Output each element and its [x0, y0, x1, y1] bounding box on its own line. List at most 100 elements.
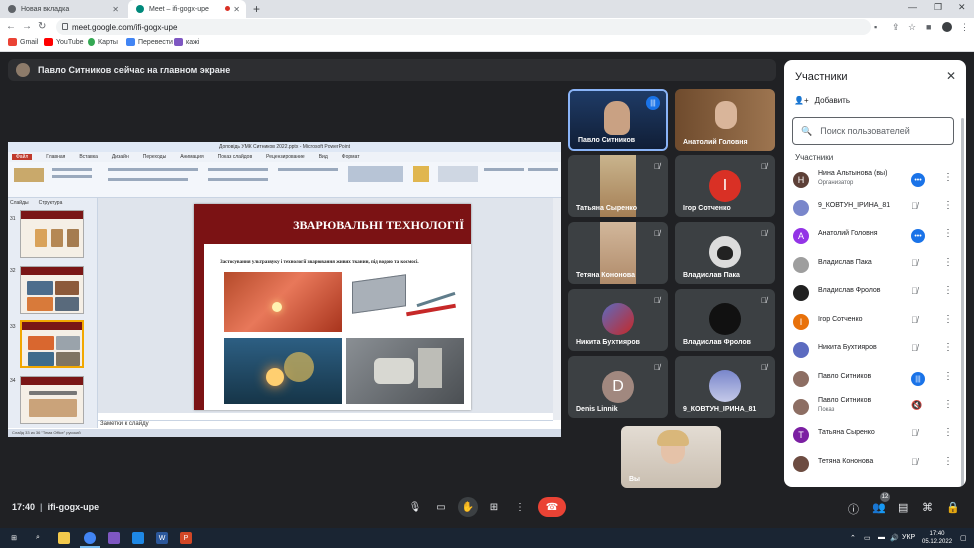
battery-icon[interactable]: ▬	[878, 534, 885, 541]
camera-icon[interactable]: ▪	[874, 22, 877, 32]
participant-row[interactable]: Н Нина Альтынова (вы) Организатор ••• ⋮	[792, 168, 960, 192]
slide-thumbnail[interactable]	[20, 266, 84, 314]
panel-scrollbar[interactable]	[961, 118, 964, 487]
participant-tile[interactable]: І 🎙̸ Ігор Сотченко	[675, 155, 775, 217]
participant-tile[interactable]: 🎙̸ Никита Бухтияров	[568, 289, 668, 351]
participant-tile[interactable]: 🎙̸ Владислав Пака	[675, 222, 775, 284]
leave-call-button[interactable]: ☎	[538, 497, 566, 517]
share-icon[interactable]: ⇪	[892, 22, 900, 33]
raise-hand-button[interactable]: ✋	[458, 497, 478, 517]
word-icon[interactable]: W	[156, 532, 168, 544]
participant-tile[interactable]: 🎙̸ Татьяна Сыренко	[568, 155, 668, 217]
present-button[interactable]: ⊞	[484, 497, 504, 517]
more-vert-icon[interactable]: ⋮	[943, 371, 953, 382]
search-icon[interactable]: ⌕	[32, 532, 44, 544]
more-options-button[interactable]: ⋮	[510, 497, 530, 517]
volume-icon[interactable]: 🔊	[890, 534, 899, 542]
slide-thumbnail[interactable]	[20, 376, 84, 424]
participant-row[interactable]: Владислав Фролов 🎙̸ ⋮	[792, 281, 960, 305]
close-icon[interactable]: ✕	[946, 69, 956, 83]
host-controls-button[interactable]: 🔒	[946, 501, 960, 514]
notifications-icon[interactable]: ▢	[960, 534, 967, 542]
minimize-icon[interactable]: —	[908, 2, 917, 12]
participant-row[interactable]: Т Татьяна Сыренко 🎙̸ ⋮	[792, 423, 960, 447]
notes-pane[interactable]: Заметки к слайду	[98, 420, 553, 429]
ribbon-control	[52, 168, 92, 171]
tab-new[interactable]: Новая вкладка ✕	[0, 0, 125, 18]
new-tab-button[interactable]: +	[253, 2, 260, 16]
search-input[interactable]: 🔍 Поиск пользователей	[792, 117, 954, 145]
forward-icon[interactable]: →	[22, 21, 32, 32]
maximize-icon[interactable]: ❐	[934, 2, 942, 13]
network-icon[interactable]: ▭	[864, 534, 871, 542]
participant-row[interactable]: 9_КОВТУН_ІРИНА_81 🎙̸ ⋮	[792, 196, 960, 220]
ribbon-tab: Анимация	[180, 154, 204, 160]
add-people-button[interactable]: 👤+ Добавить	[794, 96, 850, 105]
participant-row[interactable]: Никита Бухтияров 🎙̸ ⋮	[792, 338, 960, 362]
participant-tile[interactable]: 🎙̸ Тетяна Кононова	[568, 222, 668, 284]
profile-avatar[interactable]	[942, 22, 952, 32]
microphone-button[interactable]: 🎙	[405, 497, 425, 517]
bookmark-kazhi[interactable]: кажі	[174, 38, 199, 46]
participant-tile[interactable]: 🎙̸ Владислав Фролов	[675, 289, 775, 351]
system-clock[interactable]: 17:40 05.12.2022	[922, 530, 952, 546]
close-window-icon[interactable]: ✕	[958, 2, 966, 13]
info-button[interactable]: ⓘ	[848, 501, 859, 517]
back-icon[interactable]: ←	[6, 21, 16, 32]
file-explorer-icon[interactable]	[58, 532, 70, 544]
bookmark-gmail[interactable]: Gmail	[8, 38, 38, 46]
activities-button[interactable]: ⌘	[922, 501, 933, 514]
participant-row[interactable]: Тетяна Кононова 🎙̸ ⋮	[792, 452, 960, 476]
address-bar[interactable]: meet.google.com/ifi-gogx-upe	[56, 19, 871, 35]
people-button[interactable]: 👥	[872, 501, 886, 514]
participant-tile[interactable]: Анатолий Головня	[675, 89, 775, 151]
more-vert-icon[interactable]: ⋮	[943, 200, 953, 211]
more-vert-icon: ⋮	[515, 501, 525, 513]
more-vert-icon[interactable]: ⋮	[943, 285, 953, 296]
more-vert-icon[interactable]: ⋮	[943, 399, 953, 410]
browser-icon[interactable]	[132, 532, 144, 544]
participant-row[interactable]: Павло Ситников ||| ⋮	[792, 367, 960, 391]
bookmark-translate[interactable]: Перевести	[126, 38, 173, 46]
current-slide[interactable]: ЗВАРЮВАЛЬНІ ТЕХНОЛОГІЇ Застосування ульт…	[194, 204, 471, 410]
camera-button[interactable]: ▭	[431, 497, 451, 517]
powerpoint-icon[interactable]: P	[180, 532, 192, 544]
more-vert-icon[interactable]: ⋮	[943, 314, 953, 325]
more-vert-icon[interactable]: ⋮	[943, 228, 953, 239]
more-vert-icon[interactable]: ⋮	[943, 456, 953, 467]
participant-tile[interactable]: ||| Павло Ситников	[568, 89, 668, 151]
participant-row[interactable]: Владислав Пака 🎙̸ ⋮	[792, 253, 960, 277]
bookmark-maps[interactable]: Карты	[88, 38, 118, 46]
bookmark-youtube[interactable]: YouTube	[44, 38, 84, 46]
more-vert-icon[interactable]: ⋮	[943, 257, 953, 268]
close-tab-icon[interactable]: ✕	[233, 5, 240, 14]
menu-icon[interactable]: ⋮	[960, 22, 969, 33]
participant-tile[interactable]: D 🎙̸ Denis Linnik	[568, 356, 668, 418]
participant-row[interactable]: А Анатолий Головня ••• ⋮	[792, 224, 960, 248]
chat-button[interactable]: ▤	[898, 501, 908, 514]
star-icon[interactable]: ☆	[908, 22, 916, 33]
more-vert-icon[interactable]: ⋮	[943, 427, 953, 438]
viber-icon[interactable]	[108, 532, 120, 544]
chrome-icon[interactable]	[84, 532, 96, 544]
slide-scrollbar[interactable]	[553, 198, 561, 420]
slide-thumbnail[interactable]	[20, 210, 84, 258]
keyboard-language[interactable]: УКР	[902, 534, 915, 541]
tab-slides[interactable]: Слайды	[10, 200, 29, 206]
self-view-tile[interactable]: Вы	[621, 426, 721, 488]
tray-chevron-icon[interactable]: ⌃	[850, 534, 856, 542]
participant-row[interactable]: Павло Ситников Показ 🔇 ⋮	[792, 395, 960, 419]
close-tab-icon[interactable]: ✕	[112, 5, 119, 14]
participant-row[interactable]: І Ігор Сотченко 🎙̸ ⋮	[792, 310, 960, 334]
more-vert-icon[interactable]: ⋮	[943, 172, 953, 183]
extension-icon[interactable]: ■	[926, 22, 931, 32]
mic-off-icon: 🎙̸	[761, 229, 767, 238]
windows-start-icon[interactable]: ⊞	[8, 532, 20, 544]
participant-tile[interactable]: 🎙̸ 9_КОВТУН_ІРИНА_81	[675, 356, 775, 418]
reload-icon[interactable]: ↻	[38, 21, 46, 32]
shared-screen[interactable]: Доповідь УМК Ситников 2022.pptx - Micros…	[8, 142, 561, 437]
tab-outline[interactable]: Структура	[39, 200, 63, 206]
more-vert-icon[interactable]: ⋮	[943, 342, 953, 353]
tab-meet[interactable]: Meet – ifi-gogx-upe ✕	[128, 0, 246, 18]
slide-thumbnail-selected[interactable]	[20, 320, 84, 368]
